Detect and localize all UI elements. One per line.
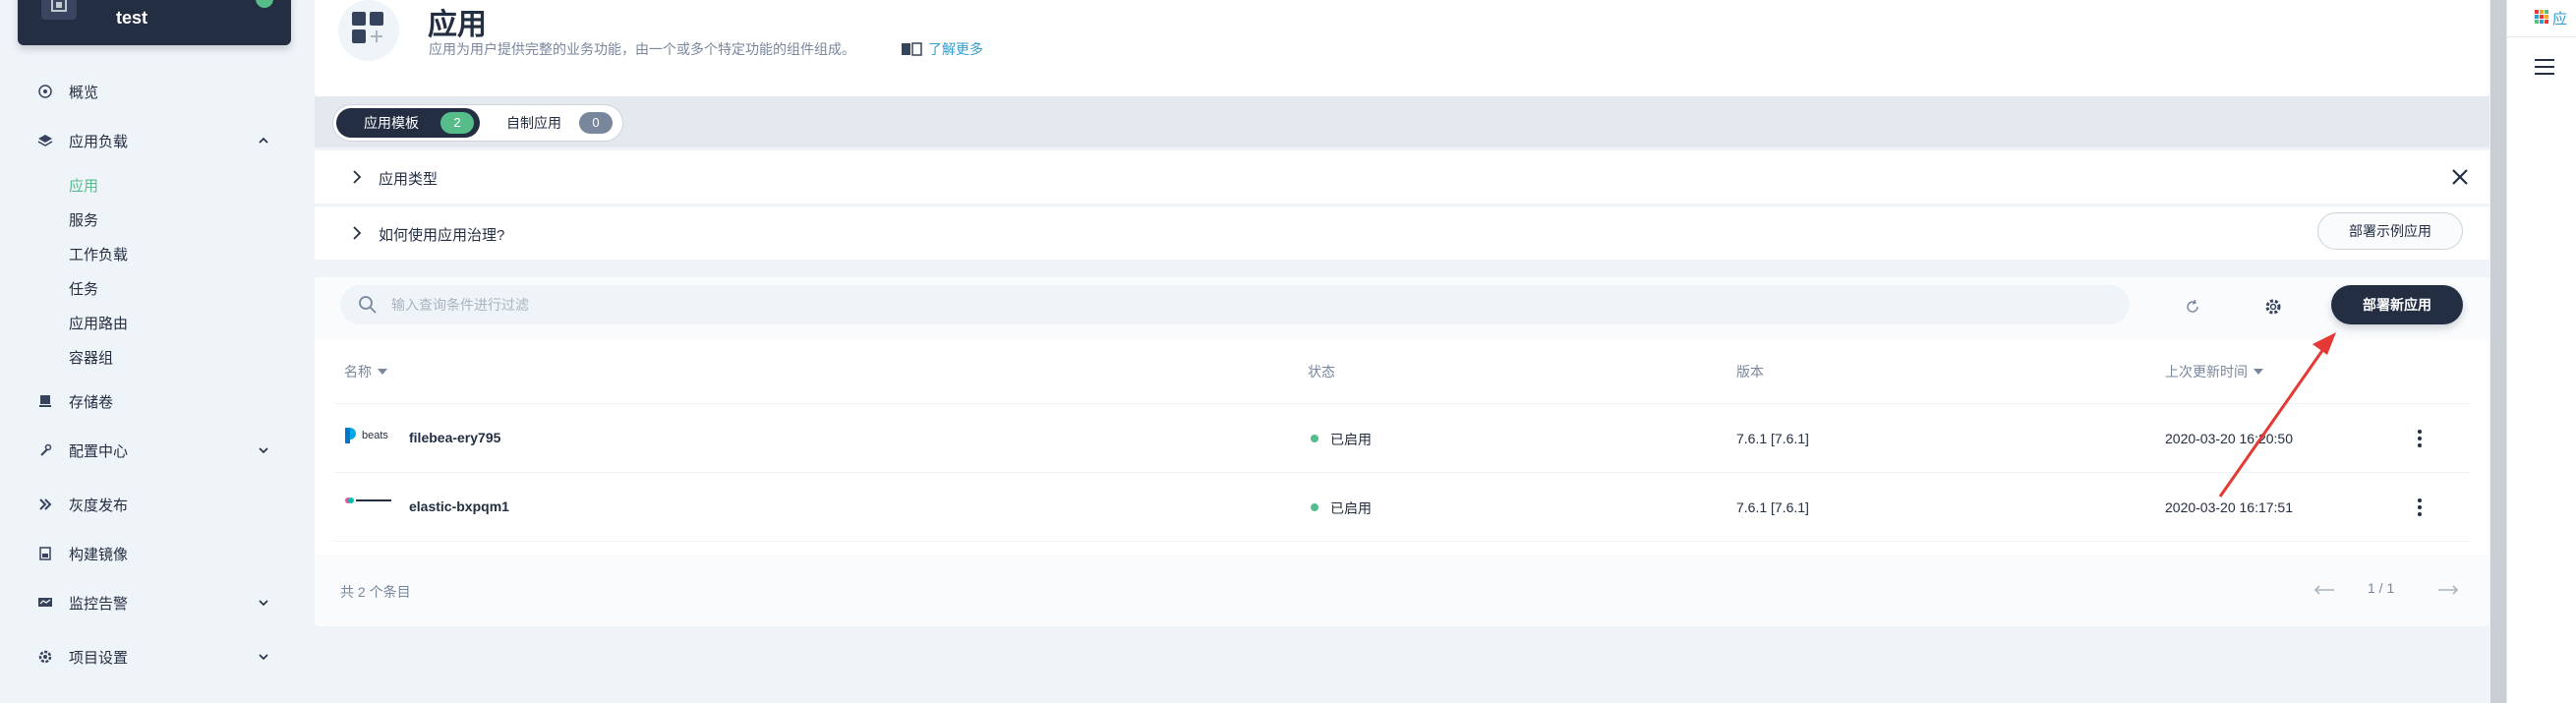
divider	[334, 472, 2470, 473]
chevron-right-icon[interactable]	[352, 170, 362, 184]
table-toolbar: 部署新应用	[315, 277, 2489, 340]
settings-icon	[37, 649, 53, 665]
table-footer: 共 2 个条目 1 / 1	[315, 555, 2489, 626]
updated-time: 2020-03-20 16:20:50	[2165, 431, 2293, 446]
sidebar-item-monitoring[interactable]: 监控告警	[0, 587, 309, 618]
status-text: 已启用	[1330, 432, 1372, 447]
chevron-down-icon[interactable]	[259, 652, 268, 662]
elasticsearch-logo: elasticsearch	[344, 496, 393, 505]
column-header-status: 状态	[1308, 364, 1335, 380]
status-text: 已启用	[1330, 500, 1372, 516]
app-grid-icon	[338, 0, 399, 61]
column-header-updated[interactable]: 上次更新时间	[2165, 362, 2263, 381]
sidebar-item-app-workloads[interactable]: 应用负载	[0, 125, 309, 156]
total-count: 共 2 个条目	[340, 584, 411, 600]
count-badge: 2	[440, 112, 474, 134]
sidebar-subitem-routes[interactable]: 应用路由	[69, 313, 128, 333]
how-to-panel[interactable]: 如何使用应用治理?	[315, 205, 2489, 260]
scrollbar[interactable]	[2490, 0, 2506, 703]
status-indicator	[1311, 435, 1318, 442]
sidebar-item-canary-release[interactable]: 灰度发布	[0, 489, 309, 520]
page-description: 应用为用户提供完整的业务功能，由一个或多个特定功能的组件组成。	[429, 41, 855, 57]
hamburger-menu-icon[interactable]	[2535, 59, 2554, 75]
sidebar-item-overview[interactable]: 概览	[0, 76, 309, 107]
sidebar-subitem-applications[interactable]: 应用	[69, 175, 98, 196]
workspace-selector[interactable]: test	[18, 0, 291, 45]
chevron-down-icon[interactable]	[259, 445, 268, 455]
search-bar[interactable]	[340, 285, 2130, 324]
workspace-name: test	[116, 8, 148, 28]
grayscale-icon	[37, 497, 53, 512]
column-header-version: 版本	[1736, 364, 1764, 380]
sidebar-subitem-workloads[interactable]: 工作负载	[69, 244, 128, 264]
storage-icon	[37, 393, 53, 409]
divider	[334, 541, 2470, 542]
sidebar-item-volumes[interactable]: 存储卷	[0, 385, 309, 417]
more-actions-icon[interactable]	[2410, 429, 2430, 448]
column-header-name[interactable]: 名称	[344, 362, 387, 381]
version: 7.6.1 [7.6.1]	[1736, 499, 1809, 515]
apps-table-card: 部署新应用 名称 状态 版本 上次更新时间 beats filebea-ery7…	[315, 277, 2489, 626]
tab-custom-apps[interactable]: 自制应用 0	[483, 108, 618, 138]
chevron-down-icon[interactable]	[259, 598, 268, 608]
deploy-new-app-button[interactable]: 部署新应用	[2331, 285, 2463, 324]
sidebar-subitem-jobs[interactable]: 任务	[69, 278, 98, 299]
arrow-left-icon[interactable]	[2313, 584, 2336, 596]
tab-group: 应用模板 2 自制应用 0	[332, 104, 623, 142]
sort-caret-icon	[378, 369, 387, 375]
app-types-panel[interactable]: 应用类型	[315, 150, 2489, 204]
layers-icon	[37, 133, 53, 148]
page-header: 应用 应用为用户提供完整的业务功能，由一个或多个特定功能的组件组成。 了解更多	[315, 0, 2489, 96]
app-name[interactable]: filebea-ery795	[409, 430, 500, 445]
refresh-icon[interactable]	[2181, 295, 2204, 319]
monitor-icon	[37, 595, 53, 611]
page-indicator: 1 / 1	[2368, 580, 2395, 596]
deploy-example-button[interactable]: 部署示例应用	[2317, 212, 2463, 250]
app-name[interactable]: elastic-bxpqm1	[409, 498, 509, 514]
chevron-right-icon[interactable]	[352, 226, 362, 240]
page-title: 应用	[428, 9, 487, 41]
project-icon	[41, 0, 77, 20]
arrow-right-icon[interactable]	[2436, 584, 2460, 596]
version: 7.6.1 [7.6.1]	[1736, 431, 1809, 446]
wrench-icon	[37, 442, 53, 458]
count-badge: 0	[579, 112, 613, 134]
updated-time: 2020-03-20 16:17:51	[2165, 499, 2293, 515]
sidebar-subitem-services[interactable]: 服务	[69, 209, 98, 230]
beats-logo-icon	[345, 428, 356, 443]
book-icon	[902, 42, 922, 56]
overview-icon	[37, 84, 53, 99]
apps-grid-icon	[2535, 10, 2548, 24]
sidebar-item-config-center[interactable]: 配置中心	[0, 435, 309, 466]
elasticsearch-logo-icon	[345, 498, 391, 503]
close-icon[interactable]	[2448, 165, 2472, 189]
tab-app-templates[interactable]: 应用模板 2	[336, 108, 480, 138]
sidebar-item-build-image[interactable]: 构建镜像	[0, 538, 309, 569]
sidebar-item-project-settings[interactable]: 项目设置	[0, 641, 309, 673]
more-actions-icon[interactable]	[2410, 498, 2430, 517]
gear-icon[interactable]	[2261, 295, 2285, 319]
chevron-down-icon[interactable]	[256, 0, 273, 8]
right-panel: 应	[2506, 0, 2576, 703]
app-launcher[interactable]: 应	[2507, 0, 2576, 37]
beats-logo: beats	[344, 427, 388, 444]
learn-more-link[interactable]: 了解更多	[901, 39, 983, 59]
tabs-bar: 应用模板 2 自制应用 0	[315, 96, 2489, 147]
image-build-icon	[37, 546, 53, 561]
search-icon	[359, 296, 377, 314]
sort-caret-icon	[2254, 369, 2263, 375]
status-indicator	[1311, 503, 1318, 511]
divider	[334, 403, 2470, 404]
search-input[interactable]	[391, 297, 2063, 313]
sidebar-subitem-pods[interactable]: 容器组	[69, 347, 113, 368]
sidebar: test 概览 应用负载 应用 服务 工作负载 任务 应用路由 容器组 存储卷 …	[0, 0, 309, 703]
chevron-up-icon[interactable]	[259, 136, 268, 146]
